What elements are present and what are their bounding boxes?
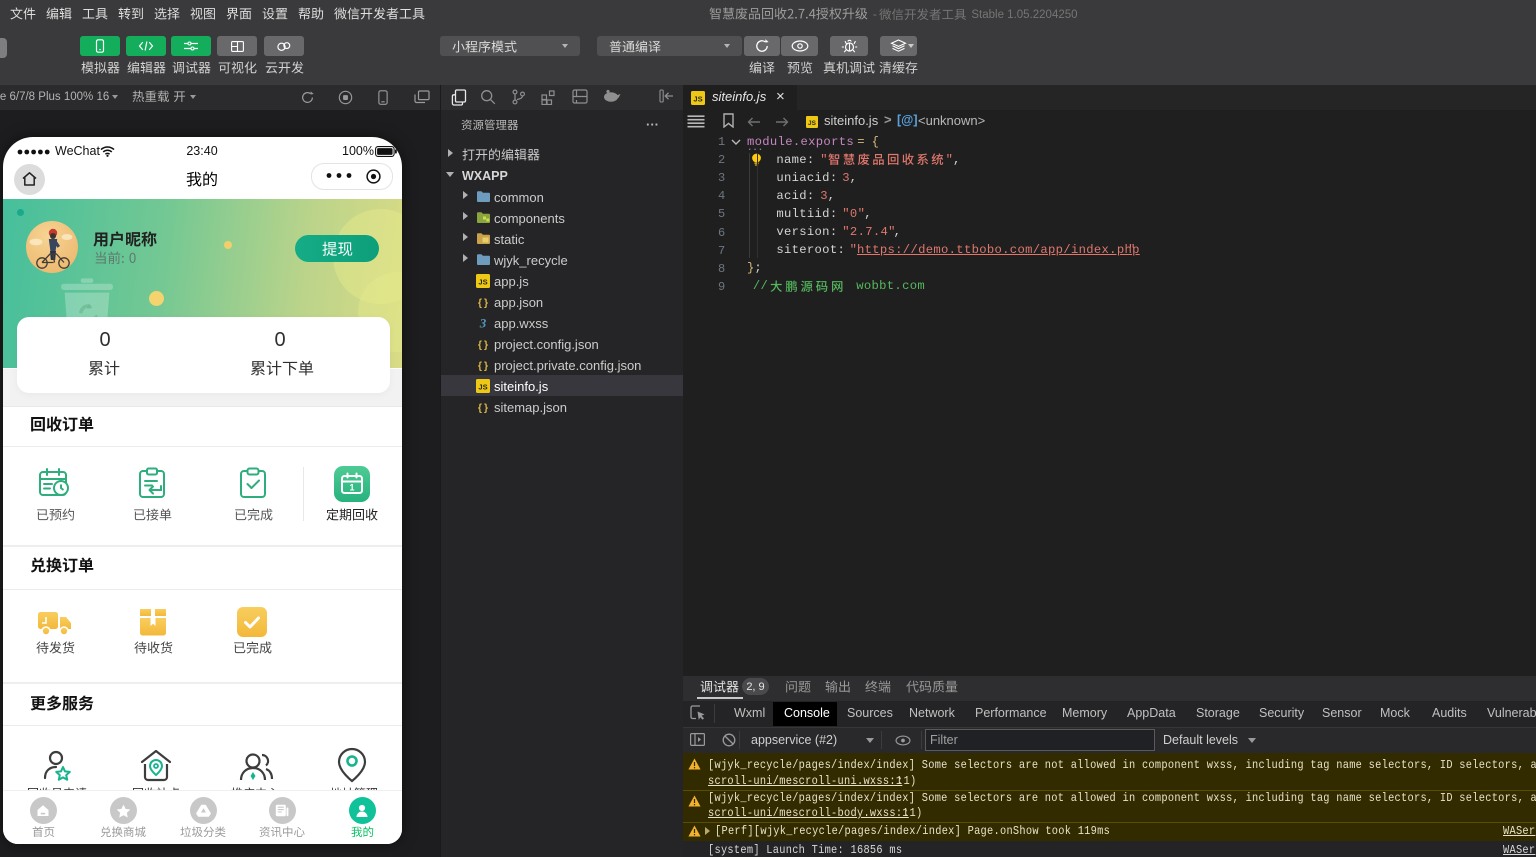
- svg-text:1: 1: [349, 483, 354, 493]
- svg-text:JS: JS: [693, 95, 702, 104]
- svg-text:3: 3: [479, 316, 487, 330]
- svg-text:{ }: { }: [478, 402, 488, 414]
- svg-text:JS: JS: [478, 383, 487, 392]
- svg-text:JS: JS: [478, 278, 487, 287]
- svg-text:{ }: { }: [478, 339, 488, 351]
- svg-text:{ }: { }: [478, 360, 488, 372]
- svg-text:JS: JS: [808, 120, 817, 127]
- svg-text:{ }: { }: [478, 297, 488, 309]
